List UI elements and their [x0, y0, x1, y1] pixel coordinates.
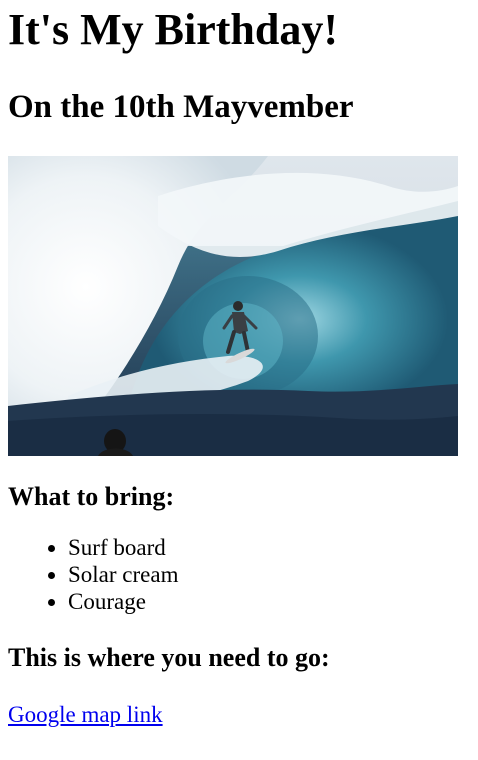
- list-item: Surf board: [68, 534, 470, 561]
- bring-list: Surf board Solar cream Courage: [8, 534, 470, 615]
- surf-wave-photo: [8, 156, 458, 456]
- date-heading: On the 10th Mayvember: [8, 89, 354, 125]
- birthday-page: It's My Birthday! On the 10th Mayvember: [0, 0, 478, 729]
- page-title: It's My Birthday!: [8, 5, 338, 54]
- list-item: Courage: [68, 588, 470, 615]
- list-item: Solar cream: [68, 561, 470, 588]
- google-map-link[interactable]: Google map link: [8, 701, 163, 729]
- bring-heading: What to bring:: [8, 482, 175, 511]
- location-heading: This is where you need to go:: [8, 643, 330, 672]
